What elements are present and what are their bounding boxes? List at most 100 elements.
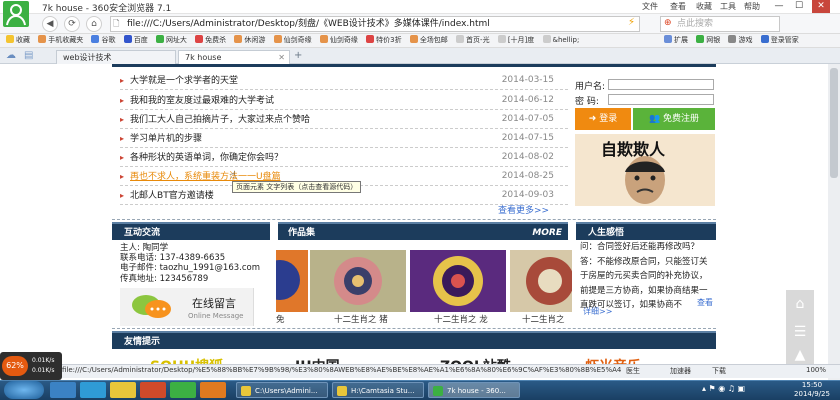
tab-web-design[interactable]: web设计技术 xyxy=(56,50,176,64)
works-more-link[interactable]: MORE xyxy=(532,224,562,242)
section-interact: 互动交流 xyxy=(112,222,270,240)
search-input[interactable]: 点此搜索 xyxy=(660,16,780,32)
task-camtasia[interactable]: H:\Camtasia Stu... xyxy=(332,382,424,398)
menu-view[interactable]: 查看 xyxy=(670,1,686,12)
users-icon: 👥 xyxy=(648,114,664,124)
scrollbar-thumb[interactable] xyxy=(830,68,838,178)
work-thumbnail[interactable] xyxy=(276,250,308,312)
news-item[interactable]: ▸ 大学就是一个求学者的天堂 2014-03-15 xyxy=(120,71,568,90)
menu-help[interactable]: 帮助 xyxy=(744,1,760,12)
bookmark-item[interactable]: &hellip; xyxy=(542,34,579,47)
section-friends: 友情提示 xyxy=(112,331,716,349)
home-icon[interactable]: ⌂ xyxy=(86,16,102,32)
work-caption: 免 xyxy=(276,315,285,325)
bookmark-item[interactable]: 网址大 xyxy=(155,34,187,47)
register-button[interactable]: 👥 免费注册 xyxy=(633,108,715,130)
bookmark-item[interactable]: 首页-光 xyxy=(456,34,490,47)
memory-percent[interactable]: 62% xyxy=(2,356,28,376)
menu-tools[interactable]: 工具 xyxy=(720,1,736,12)
bookmark-item[interactable]: 仙剑奇缘 xyxy=(273,34,312,47)
login-button[interactable]: ➜ 登录 xyxy=(575,108,631,130)
bookmark-item[interactable]: 百度 xyxy=(123,34,148,47)
work-thumbnail[interactable] xyxy=(410,250,506,312)
bookmark-item[interactable]: [十月]度 xyxy=(497,34,534,47)
search-icon[interactable]: ⊕ xyxy=(664,18,672,28)
chat-bubble-icon xyxy=(132,295,171,318)
promo-poster[interactable]: 自欺欺人 xyxy=(575,134,715,206)
explorer-icon[interactable] xyxy=(80,382,106,398)
work-thumbnail[interactable] xyxy=(310,250,406,312)
cursor-icon: ☝ xyxy=(230,170,237,181)
games-button[interactable]: 游戏 xyxy=(728,34,752,47)
bank-button[interactable]: 网银 xyxy=(696,34,720,47)
contact-fax: 传真地址: 123456789 xyxy=(120,274,209,284)
home-float-icon[interactable]: ⌂ xyxy=(786,290,814,318)
folder-icon[interactable] xyxy=(110,382,136,398)
emotion-more-link[interactable]: 查看 xyxy=(697,297,713,308)
list-float-icon[interactable]: ☰ xyxy=(786,318,814,346)
zoom-level[interactable]: 100% xyxy=(806,366,826,374)
bookmark-item[interactable]: 全场包邮 xyxy=(409,34,448,47)
emotion-detail-link[interactable]: 详细>> xyxy=(583,306,612,317)
bookmark-item[interactable]: 谷歌 xyxy=(91,34,115,47)
bookmark-item[interactable]: 仙剑奇缘 xyxy=(319,34,358,47)
news-item[interactable]: ▸ 我们工大人自己拍摘片子，大家过来点个赞哈 2014-07-05 xyxy=(120,110,568,129)
clock[interactable]: 15:50 2014/9/25 xyxy=(788,380,836,400)
vertical-scrollbar[interactable] xyxy=(828,64,840,380)
top-border xyxy=(112,64,716,67)
guestbook-subtitle: Online Message xyxy=(188,312,244,320)
task-explorer[interactable]: C:\Users\Admini... xyxy=(236,382,328,398)
section-works: 作品集 MORE xyxy=(278,222,568,240)
emotion-text: 问：合同签好后还能再修改吗？ 答：不能修改原合同，只能签订关 于房屋的元买卖合同… xyxy=(580,242,708,310)
tab-close-icon[interactable]: ✕ xyxy=(278,51,285,64)
system-tray[interactable]: ▴ ⚑ ◉ ♫ ▣ xyxy=(702,384,745,393)
guestbook-button[interactable]: 在线留言 Online Message xyxy=(120,288,254,326)
task-browser[interactable]: 7k house - 360... xyxy=(428,382,520,398)
news-item[interactable]: ▸ 学习单片机的步骤 2014-07-15 xyxy=(120,129,568,148)
guestbook-title: 在线留言 xyxy=(192,297,236,310)
maximize-icon[interactable]: ☐ xyxy=(790,0,808,13)
work-thumbnail[interactable] xyxy=(510,250,572,312)
bookmark-item[interactable]: 特价3折 xyxy=(366,34,402,47)
user-avatar-icon[interactable] xyxy=(3,1,29,27)
username-input[interactable] xyxy=(608,79,714,90)
refresh-icon[interactable]: ⟳ xyxy=(64,16,80,32)
minimize-icon[interactable]: — xyxy=(770,0,788,13)
news-item[interactable]: ▸ 各种形状的英语单词，你确定你会吗？ 2014-08-02 xyxy=(120,148,568,167)
new-tab-icon[interactable]: + xyxy=(294,50,302,61)
login-manager-button[interactable]: 登录管家 xyxy=(760,34,799,47)
tab-list-icon[interactable]: ▤ xyxy=(24,50,33,61)
status-url: file:///C:/Users/Administrator/Desktop/%… xyxy=(62,366,622,374)
ie-icon[interactable] xyxy=(50,382,76,398)
bookmark-item[interactable]: 免费杀 xyxy=(195,34,226,47)
download-speed: 0.01K/s xyxy=(32,367,55,374)
more-link[interactable]: 查看更多>> xyxy=(498,203,549,216)
section-emotion: 人生感悟 xyxy=(576,222,716,240)
start-button[interactable] xyxy=(4,381,44,399)
extensions-button[interactable]: 扩展 xyxy=(664,34,688,47)
menu-favorites[interactable]: 收藏 xyxy=(696,1,712,12)
app-icon[interactable] xyxy=(200,382,226,398)
menu-file[interactable]: 文件 xyxy=(642,1,658,12)
news-item[interactable]: ▸ 我和我的室友度过最艰难的大学考试 2014-06-12 xyxy=(120,91,568,110)
bookmark-item[interactable]: 休闲游 xyxy=(234,34,265,47)
password-input[interactable] xyxy=(608,94,714,105)
close-icon[interactable]: ✕ xyxy=(812,0,830,13)
doctor-button[interactable]: 医生 xyxy=(626,366,640,376)
top-float-icon[interactable]: ▲ xyxy=(786,346,814,364)
address-bar[interactable]: file:///C:/Users/Administrator/Desktop/刻… xyxy=(110,16,640,32)
tab-7k-house[interactable]: 7k house ✕ xyxy=(178,50,290,64)
browser-360-icon[interactable] xyxy=(170,382,196,398)
bookmark-item[interactable]: 手机收藏夹 xyxy=(38,34,83,47)
lightning-icon[interactable]: ⚡ xyxy=(628,17,635,28)
work-caption: 十二生肖之 龙 xyxy=(434,315,488,325)
work-caption: 十二生肖之 猪 xyxy=(334,315,388,325)
cloud-icon[interactable]: ☁ xyxy=(6,50,16,61)
media-icon[interactable] xyxy=(140,382,166,398)
arrow-icon: ➜ xyxy=(588,114,600,124)
bookmark-favorites[interactable]: 收藏 xyxy=(6,34,30,47)
password-label: 密 码: xyxy=(575,97,599,107)
accelerator-button[interactable]: 加速器 xyxy=(670,366,691,376)
download-button[interactable]: 下载 xyxy=(712,366,726,376)
back-icon[interactable]: ◀ xyxy=(42,16,58,32)
